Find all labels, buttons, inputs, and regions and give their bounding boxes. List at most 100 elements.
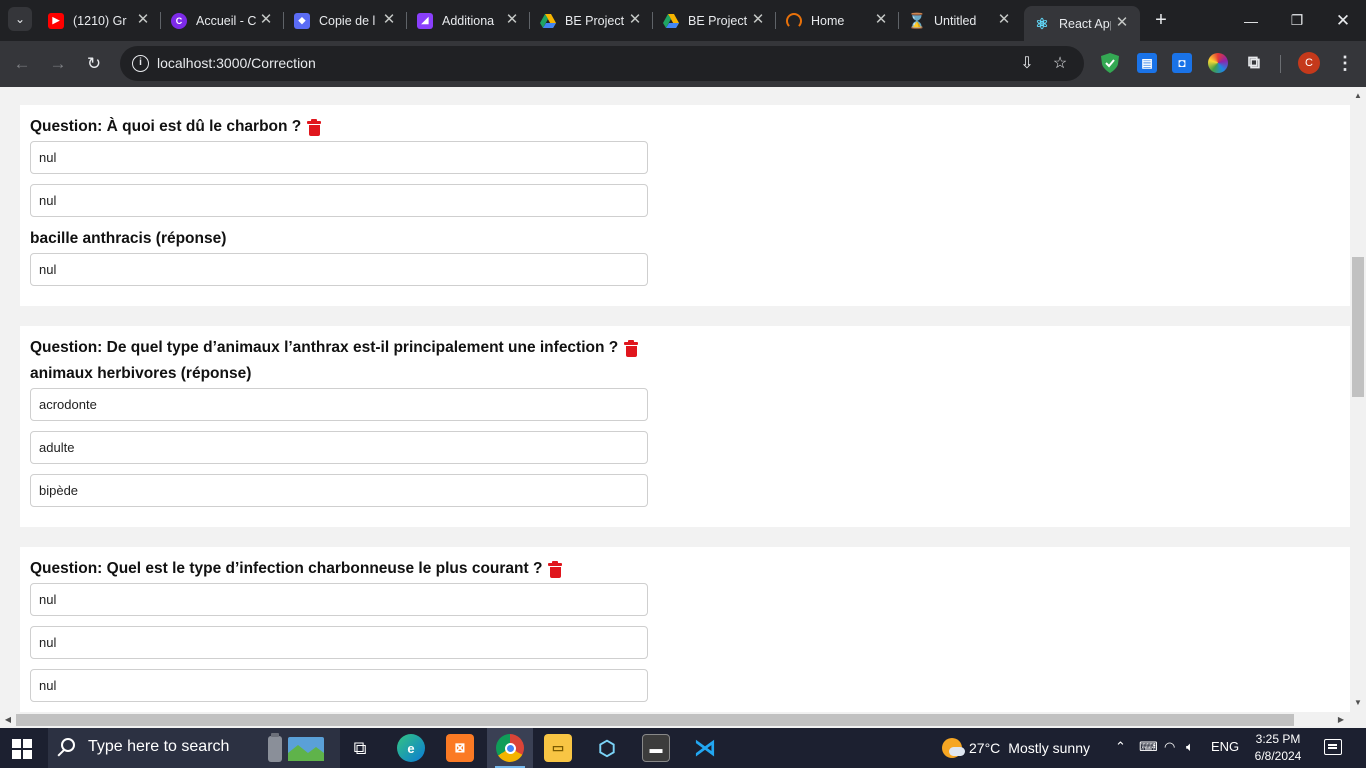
delete-trash-icon[interactable] bbox=[307, 118, 322, 136]
chevron-up-icon[interactable]: ⌃ bbox=[1115, 739, 1126, 755]
tab-additional[interactable]: ◢ Additiona ✕ bbox=[407, 0, 530, 41]
close-icon[interactable]: ✕ bbox=[504, 12, 520, 28]
vscode-icon[interactable]: ⋊ bbox=[691, 734, 719, 762]
google-drive-icon bbox=[663, 13, 679, 29]
option-field[interactable] bbox=[30, 184, 648, 217]
scroll-thumb[interactable] bbox=[16, 714, 1294, 726]
hourglass-icon: ⌛ bbox=[907, 12, 927, 30]
react-icon: ⚛ bbox=[1035, 15, 1049, 33]
question-text: Question: Quel est le type d’infection c… bbox=[30, 560, 543, 577]
option-field[interactable] bbox=[30, 474, 648, 507]
virtualbox-icon[interactable]: ⬡ bbox=[593, 734, 621, 762]
tab-search-button[interactable]: ⌄ bbox=[8, 7, 32, 31]
tab-react-app[interactable]: ⚛ React App ✕ bbox=[1024, 6, 1140, 41]
weather-temperature: 27°C bbox=[969, 740, 1001, 756]
close-icon[interactable]: ✕ bbox=[381, 12, 397, 28]
option-field[interactable] bbox=[30, 388, 648, 421]
loading-ring-icon bbox=[786, 12, 802, 29]
tab-drive-1[interactable]: BE Project ✕ bbox=[530, 0, 653, 41]
option-field[interactable] bbox=[30, 669, 648, 702]
edge-browser-icon[interactable]: e bbox=[397, 734, 425, 762]
close-window-button[interactable]: ✕ bbox=[1320, 0, 1366, 41]
clock-date: 6/8/2024 bbox=[1254, 749, 1302, 763]
forward-arrow-icon[interactable]: → bbox=[46, 52, 70, 76]
notification-center-icon[interactable] bbox=[1324, 739, 1342, 755]
chrome-icon[interactable] bbox=[496, 734, 524, 762]
close-icon[interactable]: ✕ bbox=[873, 12, 889, 28]
tab-title: React App bbox=[1059, 16, 1111, 31]
xampp-icon[interactable]: ⊠ bbox=[446, 734, 474, 762]
option-field[interactable] bbox=[30, 583, 648, 616]
vertical-scrollbar[interactable]: ▲ ▼ bbox=[1350, 87, 1366, 712]
screen-capture-extension-icon[interactable]: ◘ bbox=[1172, 53, 1192, 73]
address-bar[interactable]: i localhost:3000/Correction ⇩ ☆ bbox=[120, 46, 1084, 81]
back-arrow-icon[interactable]: ← bbox=[10, 52, 34, 76]
scroll-up-arrow-icon[interactable]: ▲ bbox=[1350, 89, 1366, 103]
delete-trash-icon[interactable] bbox=[624, 339, 639, 357]
delete-trash-icon[interactable] bbox=[548, 560, 563, 578]
profile-avatar[interactable]: C bbox=[1298, 52, 1320, 74]
close-icon[interactable]: ✕ bbox=[996, 12, 1012, 28]
tab-home[interactable]: Home ✕ bbox=[776, 0, 899, 41]
search-icon bbox=[61, 738, 75, 752]
scroll-left-arrow-icon[interactable]: ◀ bbox=[1, 712, 15, 728]
taskbar-search-box[interactable]: Type here to search bbox=[48, 728, 340, 768]
scroll-right-arrow-icon[interactable]: ▶ bbox=[1334, 712, 1348, 728]
tab-youtube[interactable]: ▶ (1210) Gr ✕ bbox=[38, 0, 161, 41]
close-icon[interactable]: ✕ bbox=[1114, 15, 1130, 31]
close-icon[interactable]: ✕ bbox=[750, 12, 766, 28]
minimize-button[interactable]: — bbox=[1228, 0, 1274, 41]
question-card: Question: De quel type d’animaux l’anthr… bbox=[20, 326, 1350, 527]
option-field[interactable] bbox=[30, 431, 648, 464]
url-text[interactable]: localhost:3000/Correction bbox=[157, 55, 316, 71]
canva-icon: C bbox=[171, 12, 187, 29]
scroll-down-arrow-icon[interactable]: ▼ bbox=[1350, 696, 1366, 710]
question-title: Question: De quel type d’animaux l’anthr… bbox=[30, 339, 639, 357]
input-method-icon[interactable]: ⌨ bbox=[1139, 739, 1158, 755]
tab-canva-copy[interactable]: ◆ Copie de l ✕ bbox=[284, 0, 407, 41]
color-extension-icon[interactable] bbox=[1208, 53, 1228, 73]
weather-widget[interactable]: 27°C Mostly sunny bbox=[942, 738, 1090, 758]
question-text: Question: À quoi est dû le charbon ? bbox=[30, 118, 302, 135]
youtube-icon: ▶ bbox=[48, 12, 64, 29]
question-card: Question: Quel est le type d’infection c… bbox=[20, 547, 1350, 712]
correct-answer-label: bacille anthracis (réponse) bbox=[30, 230, 227, 247]
horizontal-scrollbar[interactable]: ◀ ▶ bbox=[0, 712, 1366, 728]
partly-sunny-icon bbox=[942, 738, 965, 758]
bookmark-star-icon[interactable]: ☆ bbox=[1050, 54, 1070, 74]
wifi-icon[interactable]: ◠ bbox=[1164, 739, 1175, 755]
close-icon[interactable]: ✕ bbox=[258, 12, 274, 28]
search-placeholder: Type here to search bbox=[88, 738, 230, 755]
question-title: Question: À quoi est dû le charbon ? bbox=[30, 118, 322, 136]
system-clock[interactable]: 3:25 PM 6/8/2024 bbox=[1246, 731, 1310, 765]
new-tab-button[interactable]: + bbox=[1150, 9, 1172, 32]
restore-button[interactable]: ❐ bbox=[1274, 0, 1320, 41]
shield-extension-icon[interactable] bbox=[1100, 53, 1120, 73]
tab-canva-home[interactable]: C Accueil - C ✕ bbox=[161, 0, 284, 41]
task-view-icon[interactable]: ⧉ bbox=[346, 734, 374, 762]
volume-icon[interactable]: 🔈︎ bbox=[1186, 739, 1194, 755]
close-icon[interactable]: ✕ bbox=[627, 12, 643, 28]
extensions-puzzle-icon[interactable]: ⧉ bbox=[1244, 53, 1264, 73]
correct-answer-label: animaux herbivores (réponse) bbox=[30, 365, 252, 382]
file-explorer-icon[interactable]: ▭ bbox=[544, 734, 572, 762]
reload-icon[interactable]: ↻ bbox=[82, 52, 106, 76]
scroll-thumb[interactable] bbox=[1352, 257, 1364, 397]
option-field[interactable] bbox=[30, 141, 648, 174]
option-field[interactable] bbox=[30, 253, 648, 286]
docs-extension-icon[interactable]: ▤ bbox=[1137, 53, 1157, 73]
windows-start-icon[interactable] bbox=[12, 739, 32, 759]
page-viewport: Question: À quoi est dû le charbon ? bac… bbox=[0, 87, 1350, 712]
tab-drive-2[interactable]: BE Project ✕ bbox=[653, 0, 776, 41]
canva-app-icon: ◢ bbox=[417, 12, 433, 29]
close-icon[interactable]: ✕ bbox=[135, 12, 151, 28]
clock-time: 3:25 PM bbox=[1255, 732, 1301, 746]
language-indicator[interactable]: ENG bbox=[1211, 739, 1239, 754]
install-app-icon[interactable]: ⇩ bbox=[1017, 54, 1037, 74]
menu-kebab-icon[interactable]: ⋮ bbox=[1336, 52, 1354, 74]
tab-untitled[interactable]: ⌛ Untitled ✕ bbox=[899, 0, 1022, 41]
site-info-icon[interactable]: i bbox=[132, 55, 149, 72]
terminal-icon[interactable]: ▬ bbox=[642, 734, 670, 762]
option-field[interactable] bbox=[30, 626, 648, 659]
weather-description: Mostly sunny bbox=[1008, 740, 1090, 756]
